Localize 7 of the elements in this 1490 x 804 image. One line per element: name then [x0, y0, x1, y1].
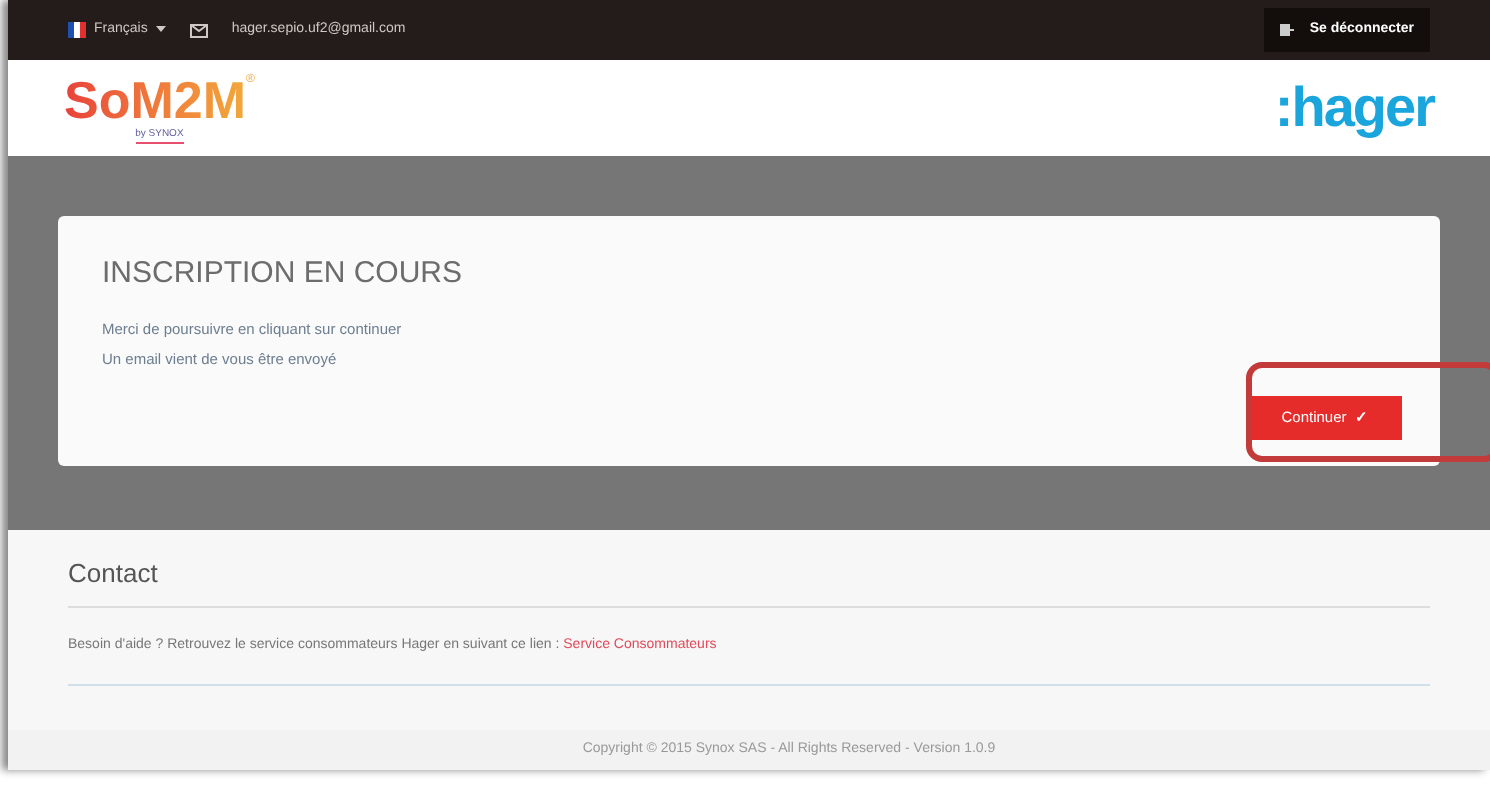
logout-icon — [1279, 24, 1294, 36]
france-flag-icon — [68, 22, 86, 38]
contact-title: Contact — [68, 554, 1430, 607]
envelope-icon — [189, 23, 208, 37]
card-title: INSCRIPTION EN COURS — [102, 254, 465, 294]
hager-logo: :hager — [1274, 74, 1434, 142]
caret-icon — [155, 26, 166, 34]
